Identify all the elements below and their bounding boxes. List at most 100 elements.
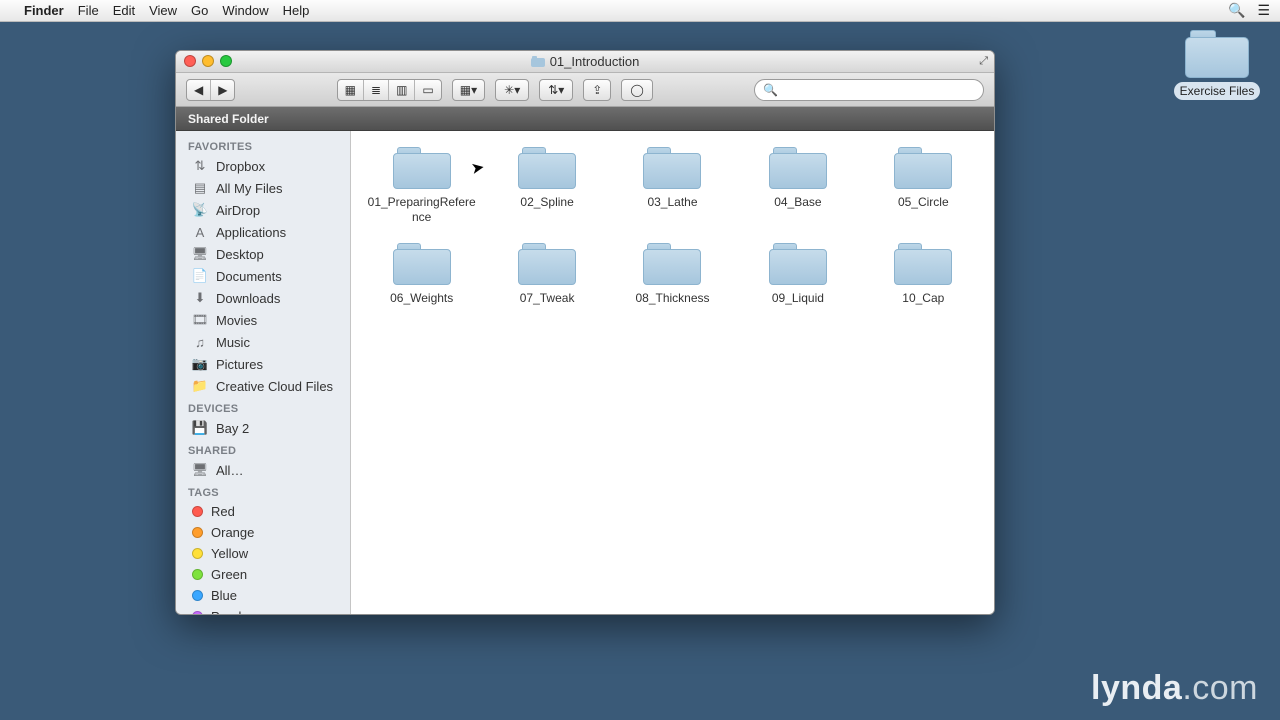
- share-button[interactable]: ⇪: [583, 79, 611, 101]
- sidebar-item[interactable]: 🖥 All…: [176, 459, 350, 481]
- menubar: Finder File Edit View Go Window Help 🔍 ☰: [0, 0, 1280, 22]
- folder-icon: [531, 56, 545, 67]
- zoom-button[interactable]: [220, 55, 232, 67]
- folder-icon: [769, 243, 827, 285]
- folder-label: 09_Liquid: [772, 291, 824, 306]
- arrange-button[interactable]: ▦▾: [453, 80, 484, 100]
- sidebar-item[interactable]: 🎞Movies: [176, 309, 350, 331]
- notification-center-icon[interactable]: ☰: [1257, 2, 1270, 19]
- sidebar-item-label: Creative Cloud Files: [216, 379, 333, 394]
- folder-item[interactable]: 02_Spline: [488, 147, 605, 225]
- sidebar-item-label: Dropbox: [216, 159, 265, 174]
- path-bar: Shared Folder: [176, 107, 994, 131]
- sidebar-item-icon: ⇅: [192, 158, 208, 174]
- sidebar-item[interactable]: 📄Documents: [176, 265, 350, 287]
- folder-item[interactable]: 01_PreparingReference: [363, 147, 480, 225]
- folder-label: 07_Tweak: [520, 291, 575, 306]
- sidebar-item[interactable]: Red: [176, 501, 350, 522]
- view-coverflow-button[interactable]: ▭: [415, 80, 440, 100]
- sidebar-item[interactable]: 📡AirDrop: [176, 199, 350, 221]
- folder-label: 05_Circle: [898, 195, 949, 210]
- sidebar-item-icon: 🎞: [192, 312, 208, 328]
- folder-icon: [518, 147, 576, 189]
- view-columns-button[interactable]: ▥: [389, 80, 415, 100]
- sidebar-item[interactable]: 📷Pictures: [176, 353, 350, 375]
- fullscreen-button[interactable]: ⤢: [979, 55, 988, 68]
- sidebar-item[interactable]: 💾Bay 2: [176, 417, 350, 439]
- app-menu[interactable]: Finder: [24, 3, 64, 18]
- sidebar-item-icon: A: [192, 224, 208, 240]
- search-input[interactable]: [782, 83, 975, 97]
- sidebar-item[interactable]: Purple: [176, 606, 350, 614]
- folder-icon: [518, 243, 576, 285]
- sidebar-item-icon: 🖥: [192, 462, 208, 478]
- sidebar-item-icon: ▤: [192, 180, 208, 196]
- sidebar-item[interactable]: Blue: [176, 585, 350, 606]
- folder-label: 02_Spline: [520, 195, 573, 210]
- folder-label: 06_Weights: [390, 291, 453, 306]
- path-label: Shared Folder: [188, 112, 269, 126]
- folder-item[interactable]: 09_Liquid: [739, 243, 856, 306]
- folder-label: 10_Cap: [902, 291, 944, 306]
- sidebar-item-label: Blue: [211, 588, 237, 603]
- sidebar-item-label: Pictures: [216, 357, 263, 372]
- finder-window: 01_Introduction ⤢ ◀ ▶ ▦ ≣ ▥ ▭ ▦▾ ✳▾ ⇅▾ ⇪…: [175, 50, 995, 615]
- sidebar-item[interactable]: 📁Creative Cloud Files: [176, 375, 350, 397]
- view-icons-button[interactable]: ▦: [338, 80, 364, 100]
- folder-item[interactable]: 10_Cap: [865, 243, 982, 306]
- dropbox-menu-button[interactable]: ⇅▾: [539, 79, 573, 101]
- sidebar-item-icon: 📄: [192, 268, 208, 284]
- menu-help[interactable]: Help: [283, 3, 310, 18]
- menu-edit[interactable]: Edit: [113, 3, 135, 18]
- sidebar-header-shared: SHARED: [176, 439, 350, 459]
- folder-item[interactable]: 03_Lathe: [614, 147, 731, 225]
- sidebar-item-label: Applications: [216, 225, 286, 240]
- folder-icon: [393, 243, 451, 285]
- sidebar-item-label: Desktop: [216, 247, 264, 262]
- sidebar-item[interactable]: Green: [176, 564, 350, 585]
- folder-label: 01_PreparingReference: [367, 195, 477, 225]
- sidebar-item[interactable]: ♫Music: [176, 331, 350, 353]
- sidebar-item[interactable]: A Applications: [176, 221, 350, 243]
- sidebar-item-label: Purple: [211, 609, 249, 614]
- menu-view[interactable]: View: [149, 3, 177, 18]
- tag-dot-icon: [192, 611, 203, 614]
- menu-file[interactable]: File: [78, 3, 99, 18]
- titlebar[interactable]: 01_Introduction ⤢: [176, 51, 994, 73]
- view-list-button[interactable]: ≣: [364, 80, 389, 100]
- forward-button[interactable]: ▶: [211, 80, 234, 100]
- sidebar-item-label: Orange: [211, 525, 254, 540]
- back-button[interactable]: ◀: [187, 80, 211, 100]
- sidebar-item-label: All…: [216, 463, 243, 478]
- folder-label: 03_Lathe: [647, 195, 697, 210]
- close-button[interactable]: [184, 55, 196, 67]
- folder-item[interactable]: 04_Base: [739, 147, 856, 225]
- sidebar-item[interactable]: Orange: [176, 522, 350, 543]
- sidebar-item[interactable]: ▤All My Files: [176, 177, 350, 199]
- sidebar-item-label: Yellow: [211, 546, 248, 561]
- spotlight-icon[interactable]: 🔍: [1228, 2, 1245, 19]
- sidebar-item[interactable]: 🖥Desktop: [176, 243, 350, 265]
- sidebar-item-label: AirDrop: [216, 203, 260, 218]
- folder-item[interactable]: 05_Circle: [865, 147, 982, 225]
- action-menu-button[interactable]: ✳▾: [495, 79, 529, 101]
- sidebar-item[interactable]: ⇅ Dropbox: [176, 155, 350, 177]
- sidebar-item-label: Green: [211, 567, 247, 582]
- menu-go[interactable]: Go: [191, 3, 208, 18]
- sidebar-item[interactable]: Yellow: [176, 543, 350, 564]
- content-area[interactable]: 01_PreparingReference 02_Spline 03_Lathe 04…: [351, 131, 994, 614]
- sidebar-item-icon: ⬇: [192, 290, 208, 306]
- folder-item[interactable]: 08_Thickness: [614, 243, 731, 306]
- tags-button[interactable]: ◯: [621, 79, 652, 101]
- sidebar-item[interactable]: ⬇Downloads: [176, 287, 350, 309]
- minimize-button[interactable]: [202, 55, 214, 67]
- tag-dot-icon: [192, 590, 203, 601]
- sidebar-item-label: Music: [216, 335, 250, 350]
- desktop-folder-exercise-files[interactable]: Exercise Files: [1172, 30, 1262, 100]
- folder-item[interactable]: 06_Weights: [363, 243, 480, 306]
- folder-icon: [643, 147, 701, 189]
- folder-grid: 01_PreparingReference 02_Spline 03_Lathe 04…: [363, 147, 982, 306]
- folder-item[interactable]: 07_Tweak: [488, 243, 605, 306]
- menu-window[interactable]: Window: [222, 3, 268, 18]
- search-field[interactable]: 🔍: [754, 79, 984, 101]
